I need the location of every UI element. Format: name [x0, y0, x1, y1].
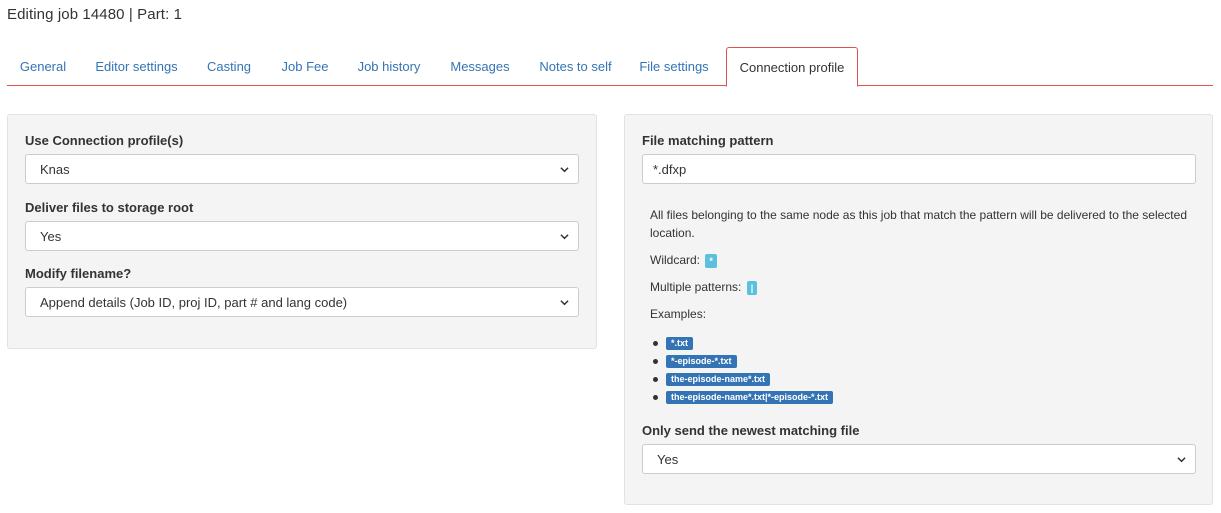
example-badge: *-episode-*.txt	[666, 354, 737, 368]
tab-bar: General Editor settings Casting Job Fee …	[7, 47, 1213, 87]
use-connection-profile-label: Use Connection profile(s)	[25, 133, 184, 148]
multiple-patterns-label: Multiple patterns:	[650, 280, 742, 294]
tab-general[interactable]: General	[7, 47, 79, 86]
newest-file-select[interactable]: Yes	[642, 444, 1196, 474]
example-badge: the-episode-name*.txt	[666, 372, 771, 386]
newest-file-label: Only send the newest matching file	[642, 423, 860, 438]
example-badge: *.txt	[666, 336, 694, 350]
deliver-to-root-value: Yes	[40, 228, 62, 244]
file-matching-panel: File matching pattern *.dfxp All files b…	[624, 114, 1213, 505]
tab-job-fee[interactable]: Job Fee	[265, 47, 345, 86]
list-item: *-episode-*.txt	[652, 352, 833, 370]
chevron-down-icon	[560, 167, 569, 173]
tab-casting[interactable]: Casting	[194, 47, 264, 86]
connection-profile-panel: Use Connection profile(s) Knas Deliver f…	[7, 114, 597, 349]
modify-filename-label: Modify filename?	[25, 266, 132, 281]
tab-file-settings[interactable]: File settings	[624, 47, 724, 86]
list-item: the-episode-name*.txt	[652, 370, 833, 388]
list-item: *.txt	[652, 334, 833, 352]
chevron-down-icon	[1177, 457, 1186, 463]
examples-list: *.txt *-episode-*.txt the-episode-name*.…	[652, 334, 834, 406]
list-item: the-episode-name*.txt|*-episode-*.txt	[652, 388, 834, 406]
pipe-badge: |	[746, 280, 758, 295]
chevron-down-icon	[560, 300, 569, 306]
modify-filename-select[interactable]: Append details (Job ID, proj ID, part # …	[25, 287, 579, 317]
wildcard-badge: *	[705, 253, 717, 268]
examples-label: Examples:	[650, 307, 707, 321]
pattern-help-text: All files belonging to the same node as …	[650, 208, 1187, 240]
example-badge: the-episode-name*.txt|*-episode-*.txt	[666, 390, 834, 404]
connection-profile-select[interactable]: Knas	[25, 154, 579, 184]
tab-connection-profile[interactable]: Connection profile	[726, 47, 858, 87]
tab-notes-to-self[interactable]: Notes to self	[528, 47, 623, 86]
deliver-to-root-select[interactable]: Yes	[25, 221, 579, 251]
deliver-to-root-label: Deliver files to storage root	[25, 200, 194, 215]
newest-file-value: Yes	[657, 451, 679, 467]
wildcard-label: Wildcard:	[650, 253, 701, 267]
connection-profile-value: Knas	[40, 161, 70, 177]
tab-messages[interactable]: Messages	[433, 47, 527, 86]
page-title: Editing job 14480 | Part: 1	[7, 6, 183, 23]
chevron-down-icon	[560, 234, 569, 240]
wildcard-line: Wildcard: *	[650, 251, 717, 269]
tab-editor-settings[interactable]: Editor settings	[80, 47, 193, 86]
file-matching-pattern-input[interactable]: *.dfxp	[642, 154, 1196, 184]
tab-job-history[interactable]: Job history	[346, 47, 432, 86]
multiple-patterns-line: Multiple patterns: |	[650, 278, 758, 296]
file-matching-pattern-label: File matching pattern	[642, 133, 774, 148]
modify-filename-value: Append details (Job ID, proj ID, part # …	[40, 294, 348, 310]
